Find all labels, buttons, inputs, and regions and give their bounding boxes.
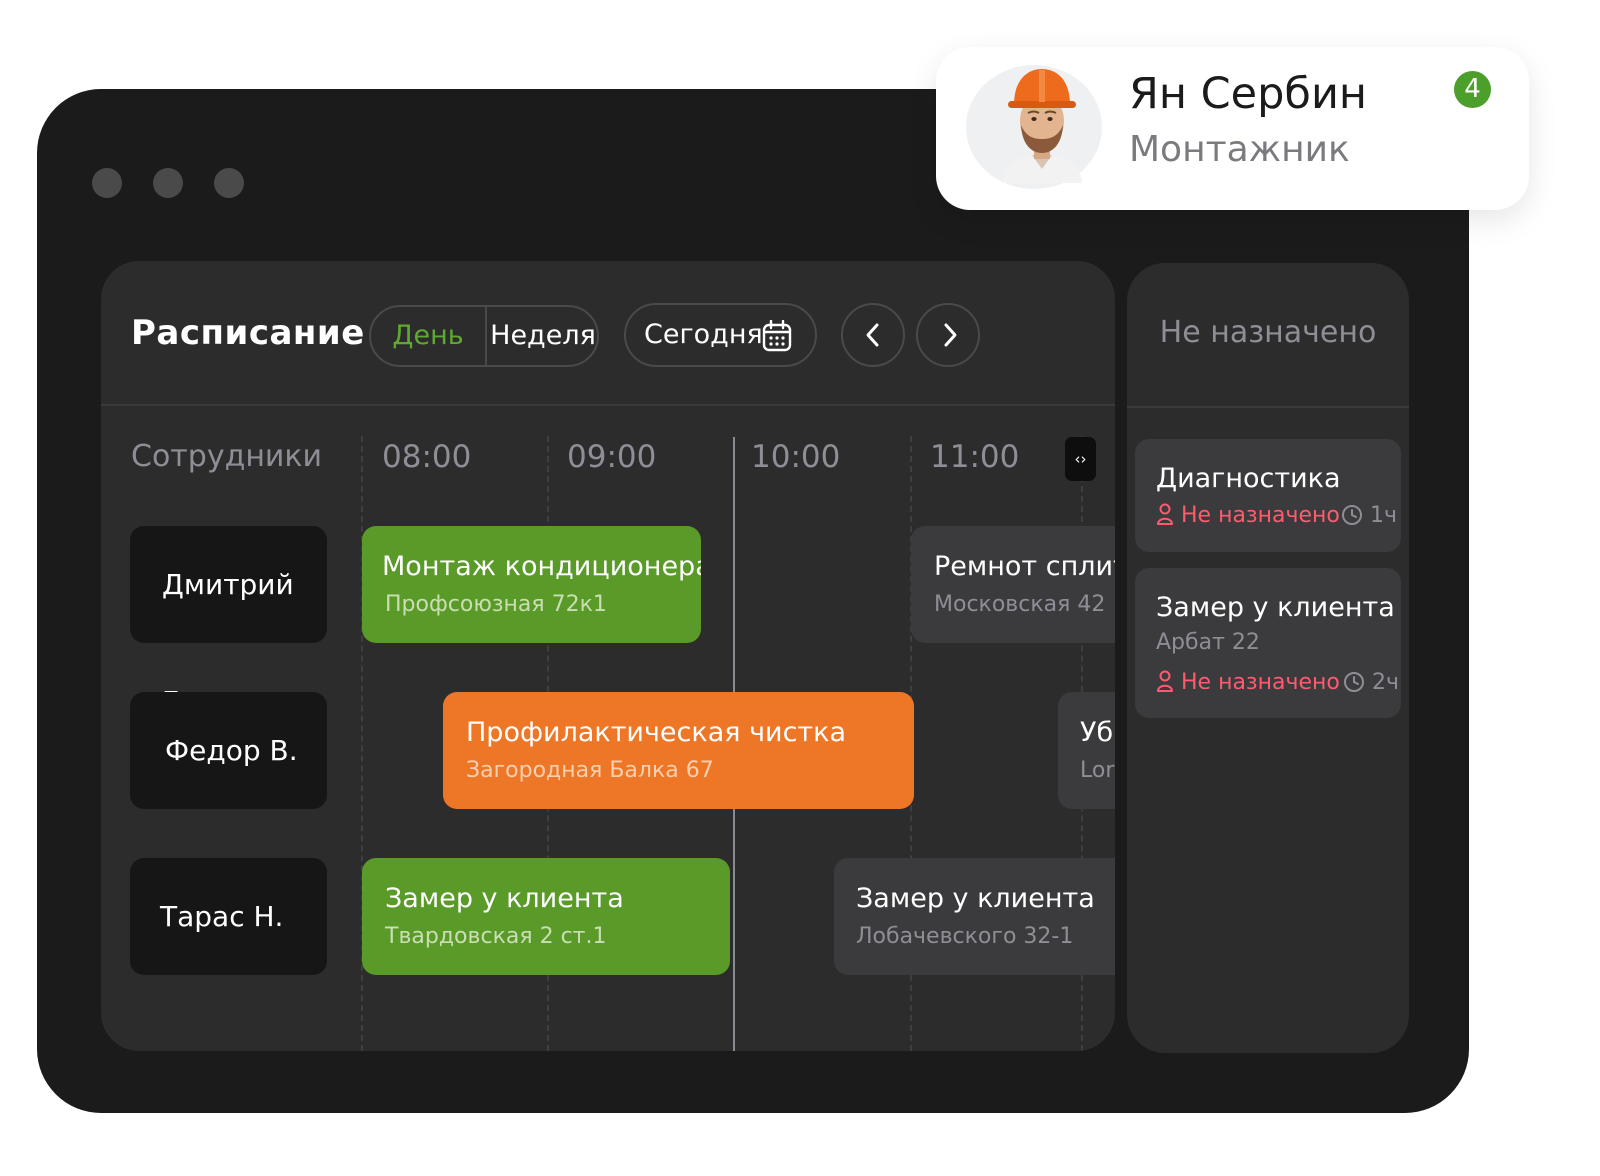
task-card[interactable]: Уб Lor (1058, 692, 1115, 809)
task-title: Замер у клиента (856, 883, 1095, 914)
window-control-dot[interactable] (153, 168, 183, 198)
task-address: Профсоюзная 72к1 (385, 592, 607, 617)
profile-name: Ян Сербин (1129, 69, 1368, 119)
worker-avatar-icon (1002, 69, 1082, 183)
window-control-dot[interactable] (92, 168, 122, 198)
employee-name: Дмитрий Г. (162, 568, 294, 718)
clock-icon (1342, 505, 1362, 525)
tab-week[interactable]: Неделя (487, 307, 599, 365)
chevron-left-icon (866, 323, 879, 347)
task-status: Не назначено (1156, 670, 1340, 695)
employee-name: Федор В. (165, 734, 298, 767)
task-address: Московская 42 (934, 592, 1106, 617)
task-title: Монтаж кондиционера (382, 551, 701, 582)
task-card[interactable]: Замер у клиента Лобачевского 32-1 (834, 858, 1115, 975)
clock-icon (1344, 672, 1364, 692)
task-address: Арбат 22 (1156, 630, 1260, 655)
time-label: 09:00 (567, 439, 657, 475)
next-button[interactable] (916, 303, 980, 367)
user-icon (1157, 503, 1173, 525)
time-label: 10:00 (751, 439, 841, 475)
header-divider (1127, 406, 1409, 408)
duration-text: 1ч (1370, 503, 1397, 528)
task-title: Профилактическая чистка (466, 717, 846, 748)
user-icon (1157, 670, 1173, 692)
today-label: Сегодня (644, 319, 763, 350)
employee-row-label[interactable]: Дмитрий Г. (130, 526, 327, 718)
prev-button[interactable] (841, 303, 905, 367)
employee-row-label[interactable]: Федор В. (130, 692, 327, 809)
user-profile-card[interactable]: Ян Сербин Монтажник 4 (936, 47, 1529, 210)
unassigned-title: Не назначено (1159, 315, 1377, 350)
task-title: Ремнот сплит (934, 551, 1115, 582)
status-text: Не назначено (1181, 670, 1340, 695)
status-text: Не назначено (1181, 503, 1340, 528)
employees-header: Сотрудники (131, 439, 323, 474)
task-status: Не назначено (1156, 503, 1340, 528)
schedule-panel: Расписание День Неделя Сегодня Сотрудник… (101, 261, 1115, 1051)
profile-role: Монтажник (1129, 129, 1350, 170)
today-button[interactable]: Сегодня (624, 303, 817, 367)
task-card[interactable]: Ремнот сплит Московская 42 (911, 526, 1115, 643)
employee-row-label[interactable]: Тарас Н. (130, 858, 327, 975)
task-title: Диагностика (1156, 463, 1341, 494)
task-title: Уб (1080, 717, 1114, 748)
tab-day[interactable]: День (371, 307, 485, 365)
task-title: Замер у клиента (1156, 592, 1395, 623)
task-card[interactable]: Профилактическая чистка Загородная Балка… (443, 692, 914, 809)
task-title: Замер у клиента (385, 883, 624, 914)
page-title: Расписание (131, 313, 365, 353)
task-card[interactable]: Монтаж кондиционера Профсоюзная 72к1 (362, 526, 701, 643)
task-address: Лобачевского 32-1 (856, 924, 1074, 949)
chevron-right-icon (944, 323, 957, 347)
task-card[interactable]: Замер у клиента Твардовская 2 ст.1 (362, 858, 730, 975)
employee-name: Тарас Н. (160, 900, 284, 933)
unassigned-task-card[interactable]: Замер у клиента Арбат 22 Не назначено 2ч (1135, 568, 1401, 718)
notification-badge[interactable]: 4 (1454, 71, 1491, 108)
calendar-icon (762, 320, 792, 352)
window-control-dot[interactable] (214, 168, 244, 198)
code-icon[interactable]: ‹› (1065, 437, 1096, 481)
view-toggle: День Неделя (369, 305, 599, 367)
time-label: 11:00 (930, 439, 1020, 475)
task-address: Загородная Балка 67 (466, 758, 714, 783)
duration-text: 2ч (1372, 670, 1399, 695)
task-duration: 2ч (1343, 670, 1399, 695)
task-duration: 1ч (1341, 503, 1397, 528)
time-label: 08:00 (382, 439, 472, 475)
unassigned-panel: Не назначено Диагностика Не назначено 1ч… (1127, 263, 1409, 1053)
task-address: Твардовская 2 ст.1 (385, 924, 607, 949)
unassigned-task-card[interactable]: Диагностика Не назначено 1ч (1135, 439, 1401, 552)
task-address: Lor (1080, 758, 1115, 783)
header-divider (101, 404, 1115, 406)
